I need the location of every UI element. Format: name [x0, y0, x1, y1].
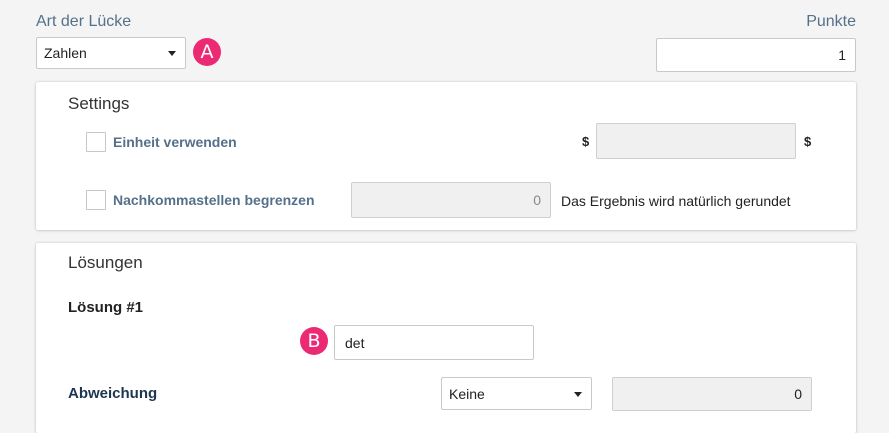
deviation-label: Abweichung — [68, 385, 158, 402]
limit-decimals-checkbox[interactable] — [86, 190, 106, 210]
chevron-down-icon — [574, 391, 582, 397]
solution-1-label: Lösung #1 — [68, 299, 144, 316]
solution-1-input-value: det — [345, 334, 365, 351]
marker-a-badge: A — [193, 38, 221, 66]
deviation-input-value: 0 — [794, 386, 802, 402]
unit-suffix-symbol: $ — [804, 134, 812, 149]
gap-type-label: Art der Lücke — [36, 13, 132, 30]
decimals-hint: Das Ergebnis wird natürlich gerundet — [561, 193, 791, 209]
use-unit-label: Einheit verwenden — [113, 134, 237, 150]
deviation-select-value: Keine — [449, 385, 485, 402]
deviation-select[interactable]: Keine — [441, 377, 592, 410]
points-label: Punkte — [806, 13, 856, 30]
settings-title: Settings — [68, 94, 130, 113]
chevron-down-icon — [168, 51, 176, 56]
marker-b-badge: B — [300, 327, 328, 355]
gap-type-select-value: Zahlen — [44, 45, 87, 61]
limit-decimals-label: Nachkommastellen begrenzen — [113, 192, 315, 208]
unit-input[interactable] — [596, 123, 796, 159]
gap-type-select[interactable]: Zahlen — [36, 37, 186, 69]
settings-card: Settings Einheit verwenden $ $ Nachkomma… — [36, 82, 856, 230]
decimals-input-value: 0 — [533, 192, 541, 208]
solutions-title: Lösungen — [68, 253, 143, 272]
decimals-input[interactable]: 0 — [351, 182, 551, 218]
points-input[interactable]: 1 — [656, 38, 856, 72]
solution-1-input[interactable]: det — [334, 325, 534, 360]
deviation-input[interactable]: 0 — [612, 377, 812, 411]
solutions-card: Lösungen Lösung #1 B det Abweichung Kein… — [36, 243, 856, 433]
points-input-value: 1 — [838, 47, 846, 63]
use-unit-checkbox[interactable] — [86, 132, 106, 152]
unit-prefix-symbol: $ — [582, 134, 590, 149]
